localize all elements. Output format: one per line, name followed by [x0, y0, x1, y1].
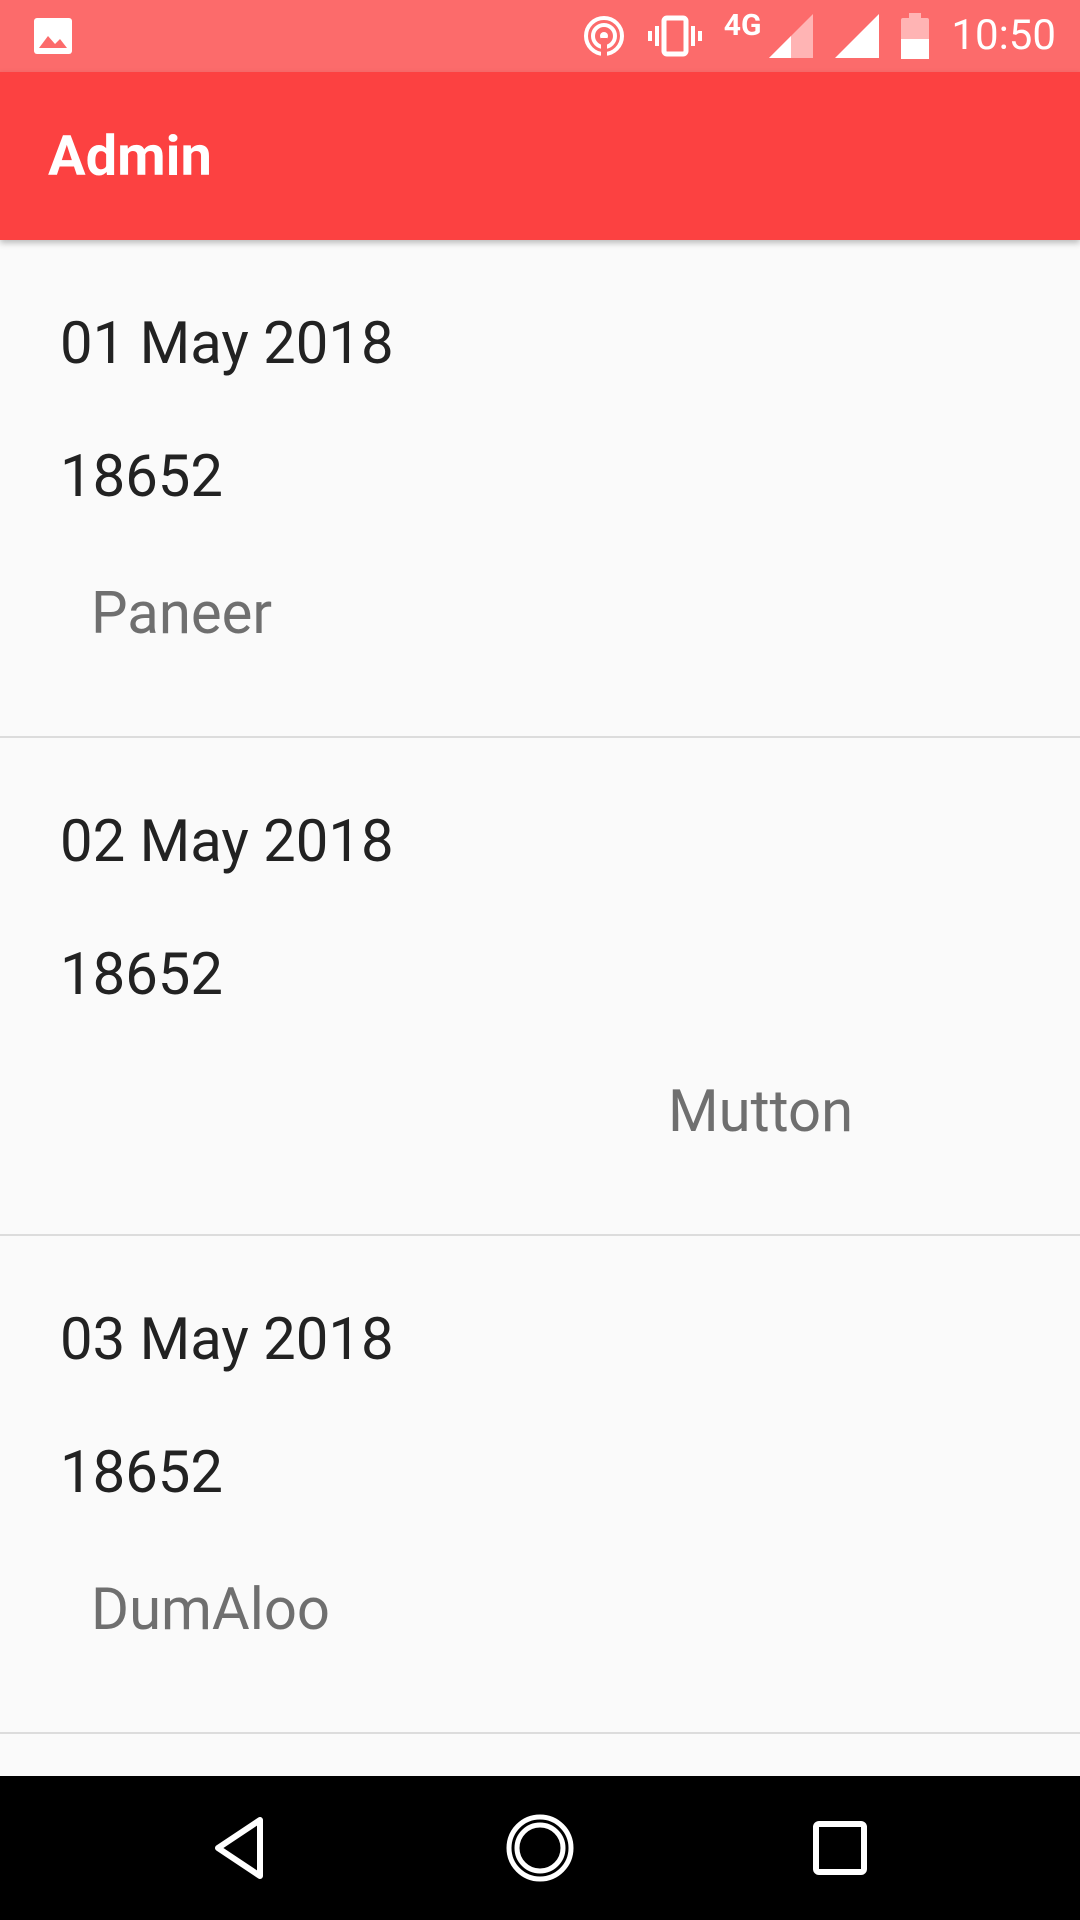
- list-item[interactable]: 03 May 2018 18652 DumAloo: [0, 1236, 1080, 1734]
- clock: 10:50: [951, 11, 1056, 60]
- order-id: 18652: [60, 941, 223, 1009]
- image-icon: [34, 18, 72, 54]
- recents-icon[interactable]: [804, 1812, 876, 1884]
- order-date: 03 May 2018: [60, 1306, 394, 1374]
- hotspot-icon: [582, 14, 626, 58]
- orders-list: 01 May 2018 18652 Paneer 02 May 2018 186…: [0, 240, 1080, 1734]
- list-item[interactable]: 02 May 2018 18652 Mutton: [0, 738, 1080, 1236]
- order-item-name: Mutton: [668, 1078, 854, 1146]
- signal-icon-2: [835, 14, 880, 58]
- navigation-bar: [0, 1776, 1080, 1920]
- network-type-label: 4G: [723, 7, 762, 43]
- order-item-name: DumAloo: [91, 1576, 330, 1644]
- order-date: 01 May 2018: [60, 310, 394, 378]
- order-id: 18652: [60, 443, 223, 511]
- app-bar: Admin: [0, 72, 1080, 240]
- page-title: Admin: [48, 123, 212, 189]
- signal-icon-1: [769, 14, 814, 58]
- order-item-name: Paneer: [91, 580, 273, 648]
- vibrate-icon: [647, 14, 702, 58]
- order-date: 02 May 2018: [60, 808, 394, 876]
- list-item[interactable]: 01 May 2018 18652 Paneer: [0, 240, 1080, 738]
- back-icon[interactable]: [204, 1812, 276, 1884]
- order-id: 18652: [60, 1439, 223, 1507]
- home-icon[interactable]: [504, 1812, 576, 1884]
- battery-icon: [901, 13, 930, 59]
- status-bar: 4G 10:50: [0, 0, 1080, 72]
